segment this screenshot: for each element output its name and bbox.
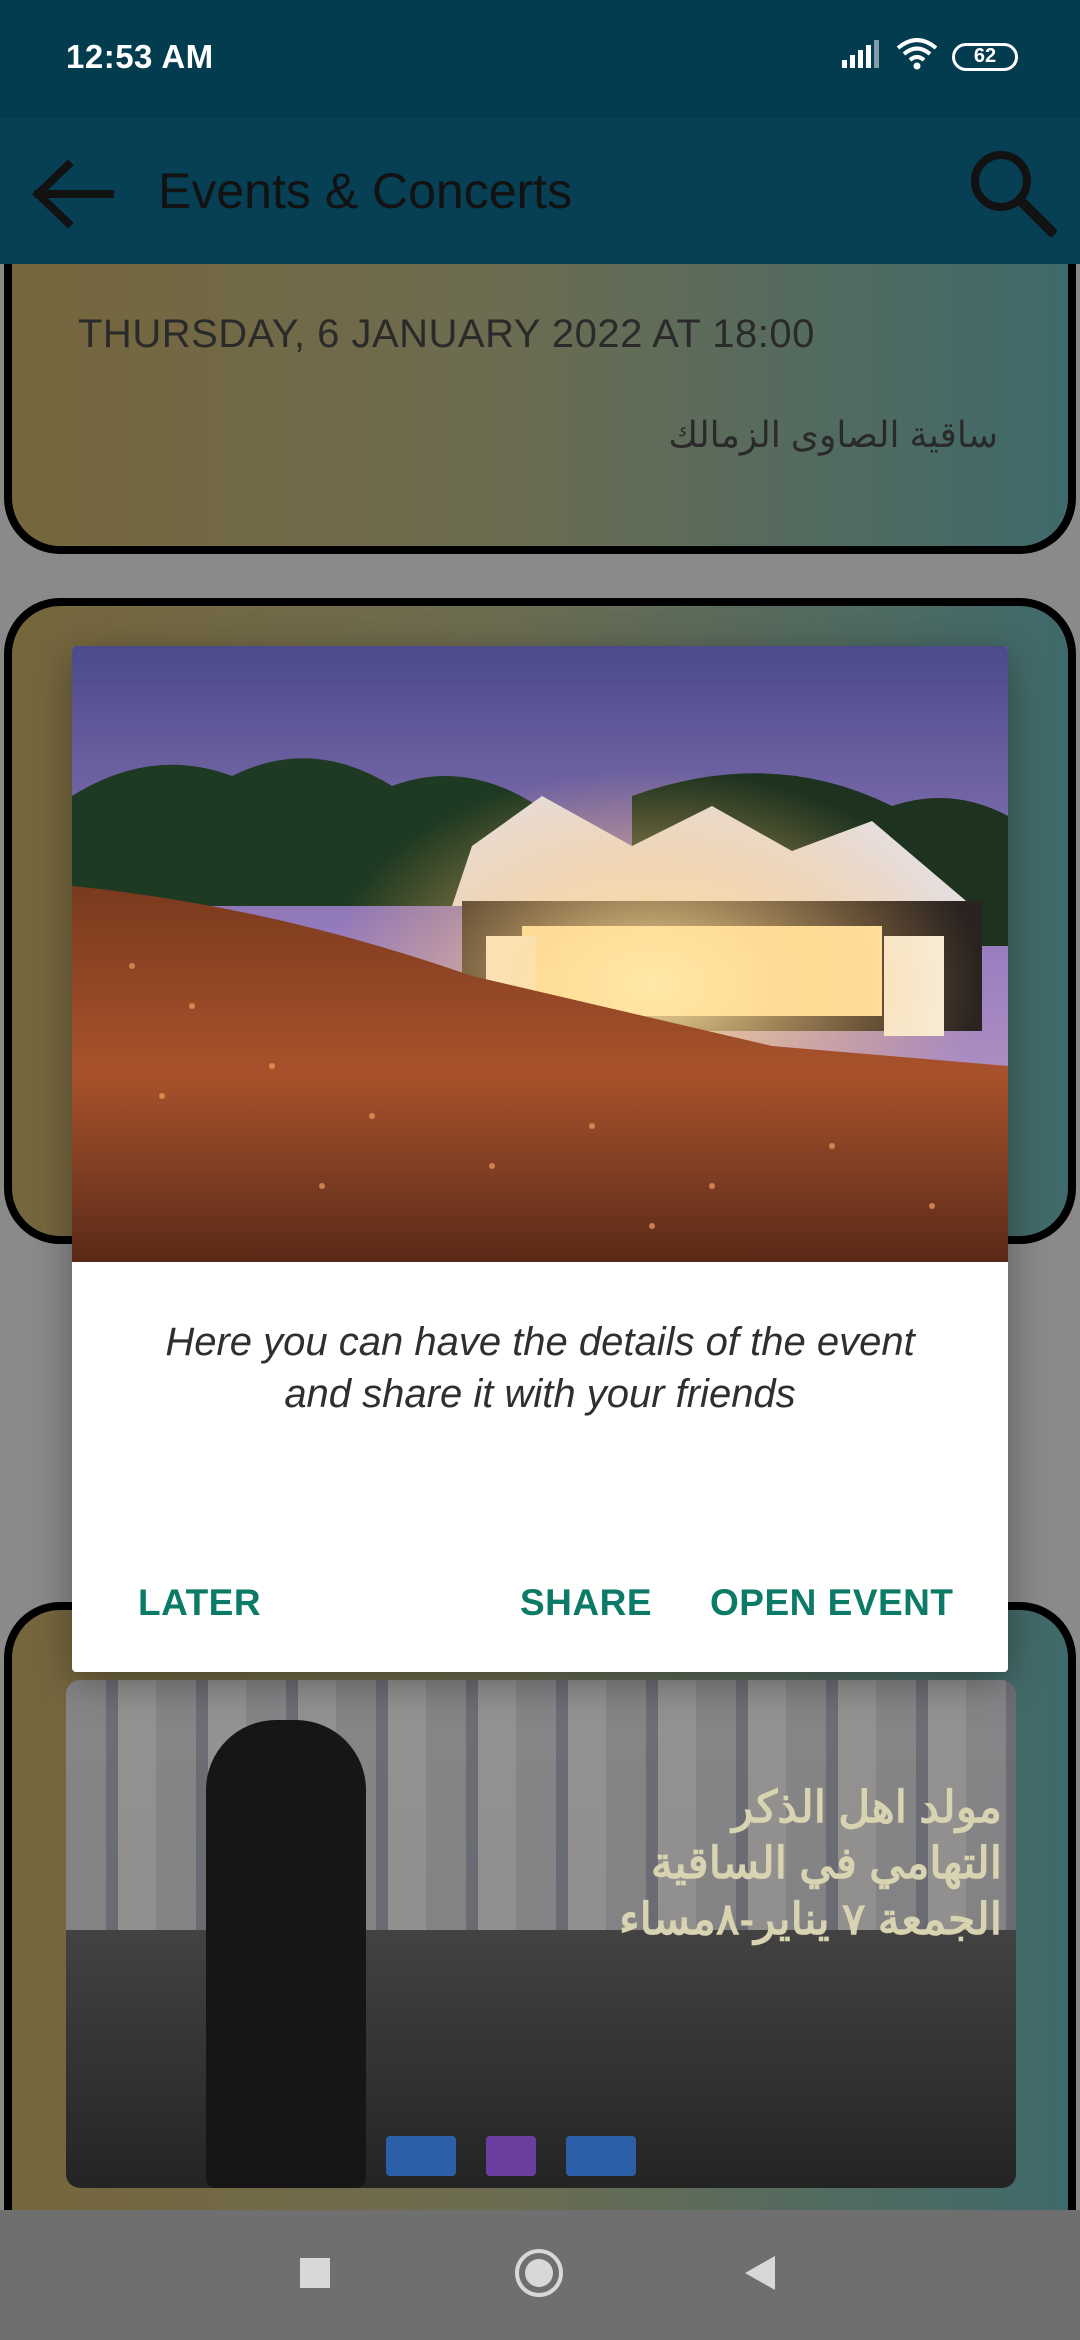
poster-sponsor-logos	[386, 2136, 636, 2176]
event-poster-image: مولد اهل الذكر التهامي في الساقية الجمعة…	[66, 1680, 1016, 2188]
back-button[interactable]	[24, 148, 120, 244]
signal-icon	[842, 40, 882, 73]
status-icons: 62	[842, 38, 1018, 75]
home-button[interactable]	[504, 2240, 574, 2310]
event-card[interactable]: مولد اهل الذكر التهامي في الساقية الجمعة…	[4, 1602, 1076, 2210]
event-card[interactable]: THURSDAY, 6 JANUARY 2022 AT 18:00 ساقية …	[4, 264, 1076, 554]
search-button[interactable]	[956, 138, 1066, 248]
later-button[interactable]: LATER	[138, 1582, 261, 1624]
back-nav-button[interactable]	[724, 2240, 794, 2310]
arrow-left-icon	[30, 158, 114, 234]
concert-photo	[72, 646, 1008, 1262]
system-nav-bar	[0, 2210, 1080, 2340]
event-date: THURSDAY, 6 JANUARY 2022 AT 18:00	[78, 312, 815, 356]
dialog-actions: LATER SHARE OPEN EVENT	[72, 1582, 1008, 1652]
search-icon	[965, 145, 1059, 242]
poster-headline-line2: التهامي في الساقية	[650, 1839, 1002, 1888]
page-title: Events & Concerts	[158, 163, 573, 219]
event-venue: ساقية الصاوى الزمالك	[668, 414, 998, 455]
home-circle-icon	[513, 2247, 565, 2304]
dialog-message: Here you can have the details of the eve…	[165, 1320, 915, 1416]
poster-singer	[206, 1720, 366, 2188]
sponsor-logo	[386, 2136, 456, 2176]
battery-icon: 62	[952, 42, 1018, 71]
square-icon	[298, 2256, 332, 2295]
poster-headline-line1: مولد اهل الذكر	[732, 1783, 1002, 1832]
status-bar: 12:53 AM 62	[0, 0, 1080, 118]
status-time: 12:53 AM	[66, 38, 214, 75]
wifi-icon	[896, 38, 938, 75]
battery-level: 62	[973, 45, 997, 67]
share-button[interactable]: SHARE	[520, 1582, 652, 1624]
back-triangle-icon	[741, 2254, 777, 2297]
onboarding-dialog: Here you can have the details of the eve…	[72, 646, 1008, 1672]
recents-button[interactable]	[280, 2240, 350, 2310]
app-bar: Events & Concerts	[0, 118, 1080, 264]
poster-headline-line3: الجمعة ٧ يناير-٨مساء	[618, 1895, 1002, 1944]
poster-headline: مولد اهل الذكر التهامي في الساقية الجمعة…	[582, 1780, 1002, 1948]
open-event-button[interactable]: OPEN EVENT	[710, 1582, 954, 1624]
sponsor-logo	[566, 2136, 636, 2176]
sponsor-logo	[486, 2136, 536, 2176]
